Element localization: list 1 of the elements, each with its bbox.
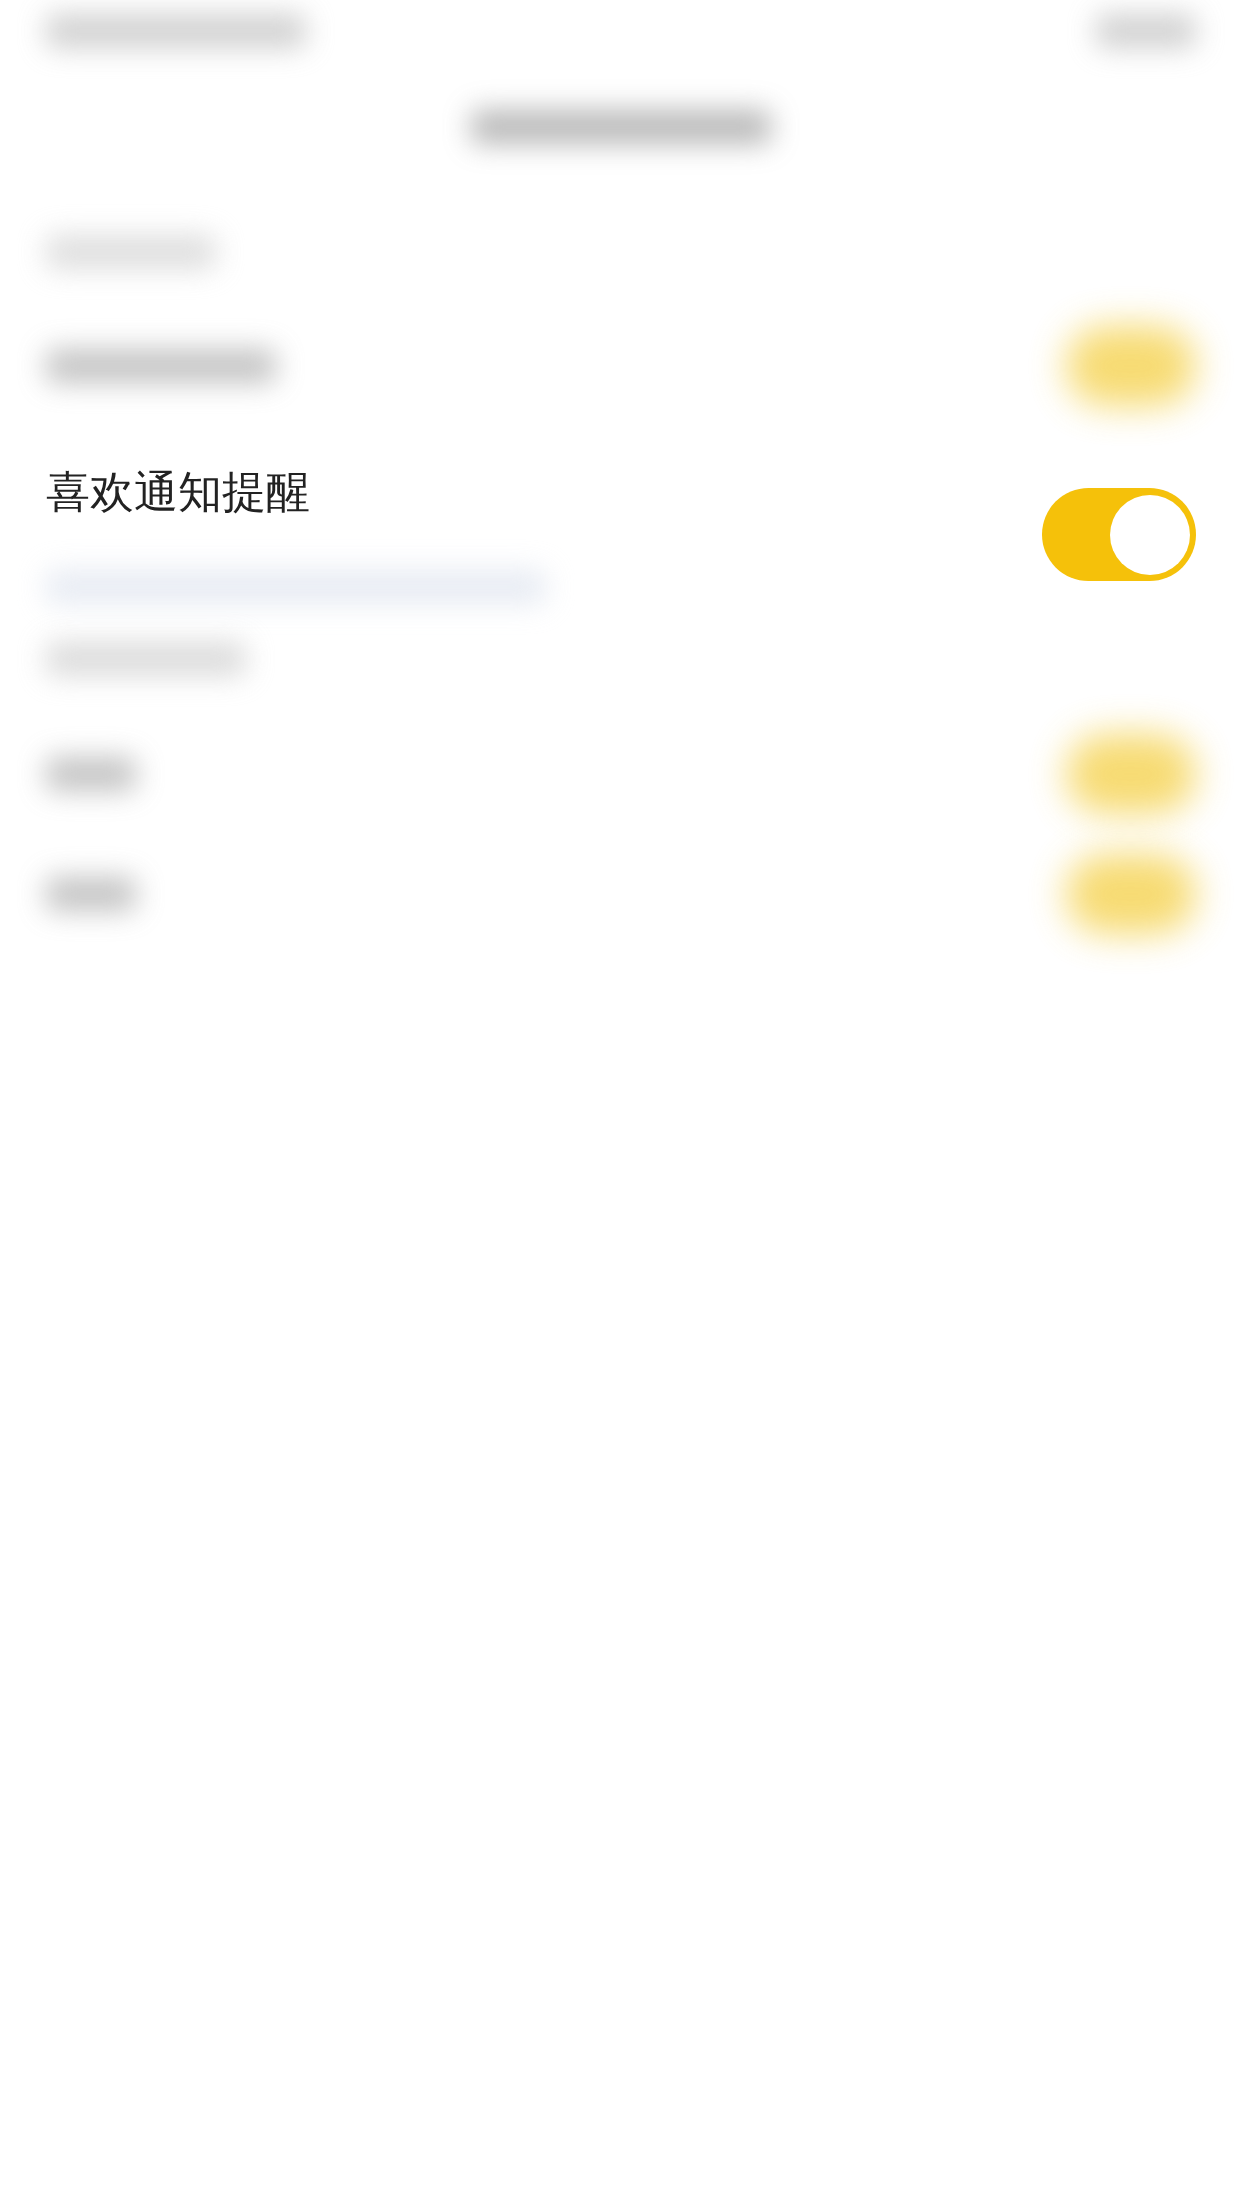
setting-label: 喜欢通知提醒 <box>46 466 310 519</box>
